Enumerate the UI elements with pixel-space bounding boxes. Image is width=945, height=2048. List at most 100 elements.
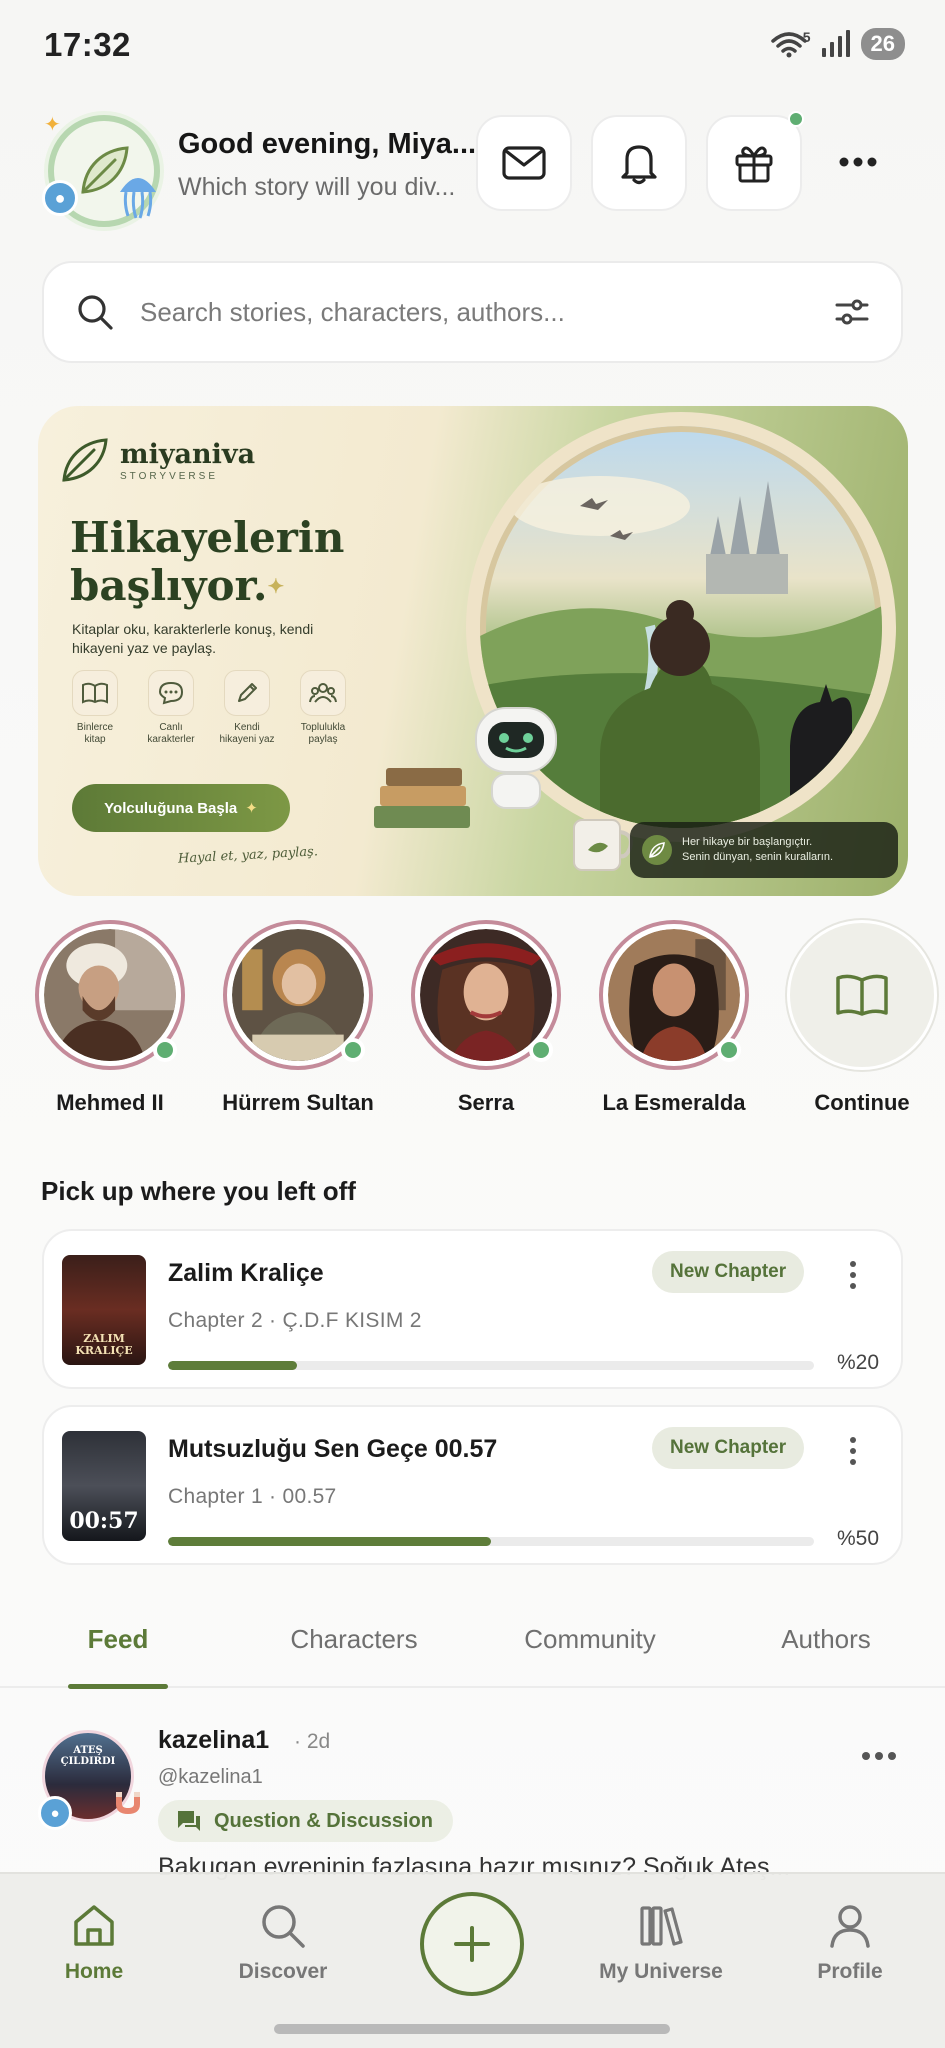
bell-icon bbox=[621, 145, 657, 185]
post-more-button[interactable] bbox=[862, 1734, 896, 1768]
post-category-label: Question & Discussion bbox=[214, 1809, 433, 1832]
online-indicator bbox=[717, 1038, 741, 1062]
online-indicator bbox=[341, 1038, 365, 1062]
more-horizontal-icon bbox=[862, 1752, 896, 1760]
magnet-icon bbox=[112, 1788, 144, 1825]
battery-indicator: 26 bbox=[860, 28, 905, 60]
leaf-logo-icon bbox=[62, 438, 108, 482]
hero-title-line2: başlıyor. bbox=[70, 561, 268, 610]
books-illustration bbox=[374, 768, 470, 828]
sparkle-icon: ✦ bbox=[267, 574, 285, 598]
post-category-tag[interactable]: Question & Discussion bbox=[158, 1800, 453, 1842]
more-horizontal-icon bbox=[839, 157, 877, 167]
online-indicator bbox=[529, 1038, 553, 1062]
robot-illustration bbox=[475, 707, 557, 809]
character-name: Hürrem Sultan bbox=[222, 1090, 374, 1115]
search-icon bbox=[262, 1905, 305, 1948]
search-bar[interactable]: Search stories, characters, authors... bbox=[42, 261, 903, 363]
hero-banner[interactable]: miyaniva STORYVERSE Hikayelerin başlıyor… bbox=[38, 406, 908, 896]
post-avatar-text: ATEŞ ÇILDIRDI bbox=[60, 1745, 116, 1767]
character-avatar bbox=[35, 920, 185, 1070]
feature-list: Binlerce kitap Canlı karakterler Kendi h… bbox=[66, 670, 352, 746]
filter-icon[interactable] bbox=[835, 295, 869, 329]
character-mehmed-ii[interactable]: Mehmed II bbox=[35, 920, 185, 1116]
character-name: Mehmed II bbox=[56, 1090, 164, 1115]
status-icons: 5 26 bbox=[769, 28, 905, 60]
notifications-button[interactable] bbox=[591, 115, 687, 211]
greeting-subtitle: Which story will you div... bbox=[178, 173, 456, 201]
sparkle-icon: ✦ bbox=[245, 800, 258, 817]
user-icon bbox=[830, 1905, 870, 1948]
more-vertical-icon[interactable] bbox=[838, 1431, 868, 1471]
greeting-title: Good evening, Miya... bbox=[178, 128, 477, 160]
brand-logo: miyaniva STORYVERSE bbox=[60, 436, 255, 484]
reading-progress-bar bbox=[168, 1361, 814, 1370]
section-title: Pick up where you left off bbox=[41, 1176, 356, 1206]
bottom-navigation: Home Discover My Universe Profile bbox=[0, 1872, 945, 2048]
feature-label: Toplulukla paylaş bbox=[300, 722, 346, 745]
greeting-block: Good evening, Miya... Which story will y… bbox=[178, 128, 478, 202]
hero-caption: Her hikaye bir başlangıçtır. Senin dünya… bbox=[630, 822, 898, 878]
chapter-info: Chapter 2 · Ç.D.F KISIM 2 bbox=[168, 1309, 422, 1332]
hero-caption-line1: Her hikaye bir başlangıçtır. bbox=[682, 836, 813, 848]
nav-label: Profile bbox=[817, 1960, 883, 1983]
people-icon bbox=[300, 670, 346, 716]
search-input[interactable]: Search stories, characters, authors... bbox=[140, 297, 835, 328]
hero-title: Hikayelerin başlıyor.✦ bbox=[70, 514, 400, 610]
jellyfish-icon bbox=[116, 170, 160, 230]
feature-item: Canlı karakterler bbox=[142, 670, 200, 746]
character-avatar bbox=[223, 920, 373, 1070]
more-vertical-icon[interactable] bbox=[838, 1255, 868, 1295]
book-cover-text: 00:57 bbox=[69, 1508, 139, 1534]
reading-card[interactable]: 00:57 Mutsuzluğu Sen Geçe 00.57 New Chap… bbox=[42, 1405, 903, 1565]
nav-my-universe[interactable]: My Universe bbox=[586, 1902, 736, 1984]
brand-name: miyaniva bbox=[120, 438, 256, 470]
character-hurrem-sultan[interactable]: Hürrem Sultan bbox=[222, 920, 374, 1116]
more-options-button[interactable] bbox=[830, 140, 886, 184]
post-handle: @kazelina1 bbox=[158, 1766, 263, 1788]
gifts-button[interactable] bbox=[706, 115, 802, 211]
tab-authors[interactable]: Authors bbox=[708, 1610, 944, 1686]
reading-progress-fill bbox=[168, 1537, 491, 1546]
book-icon bbox=[72, 670, 118, 716]
reading-progress-fill bbox=[168, 1361, 298, 1370]
book-cover: ZALIM KRALIÇE bbox=[62, 1255, 146, 1365]
new-chapter-badge: New Chapter bbox=[652, 1427, 805, 1469]
mail-icon bbox=[502, 146, 546, 180]
continue-avatar bbox=[787, 920, 937, 1070]
start-journey-button[interactable]: Yolculuğuna Başla ✦ bbox=[72, 784, 290, 832]
character-name: Continue bbox=[814, 1090, 910, 1115]
tab-characters[interactable]: Characters bbox=[236, 1610, 472, 1686]
character-la-esmeralda[interactable]: La Esmeralda bbox=[599, 920, 749, 1116]
feature-label: Canlı karakterler bbox=[147, 722, 195, 745]
book-title: Mutsuzluğu Sen Geçe 00.57 bbox=[168, 1435, 498, 1463]
home-indicator bbox=[274, 2024, 670, 2034]
post-username[interactable]: kazelina1 bbox=[158, 1726, 269, 1755]
tab-feed[interactable]: Feed bbox=[0, 1610, 236, 1689]
reading-card[interactable]: ZALIM KRALIÇE Zalim Kraliçe New Chapter … bbox=[42, 1229, 903, 1389]
nav-label: Home bbox=[64, 1960, 124, 1983]
book-title: Zalim Kraliçe bbox=[168, 1259, 324, 1287]
new-chapter-badge: New Chapter bbox=[652, 1251, 805, 1293]
reading-progress-bar bbox=[168, 1537, 814, 1546]
character-avatar bbox=[599, 920, 749, 1070]
feature-label: Binlerce kitap bbox=[76, 722, 114, 745]
nav-home[interactable]: Home bbox=[19, 1902, 169, 1984]
feature-item: Binlerce kitap bbox=[66, 670, 124, 746]
hero-description: Kitaplar oku, karakterlerle konuş, kendi… bbox=[72, 621, 314, 656]
feature-label: Kendi hikayeni yaz bbox=[219, 722, 275, 745]
nav-discover[interactable]: Discover bbox=[208, 1902, 358, 1984]
feature-item: Kendi hikayeni yaz bbox=[218, 670, 276, 746]
create-button[interactable] bbox=[420, 1892, 524, 1996]
nav-label: My Universe bbox=[599, 1960, 723, 1983]
nav-profile[interactable]: Profile bbox=[775, 1902, 925, 1984]
messages-button[interactable] bbox=[476, 115, 572, 211]
tab-community[interactable]: Community bbox=[472, 1610, 708, 1686]
leaf-icon bbox=[642, 835, 672, 865]
post-time: · 2d bbox=[294, 1730, 331, 1753]
feature-item: Toplulukla paylaş bbox=[294, 670, 352, 746]
continue-characters-button[interactable]: Continue bbox=[787, 920, 937, 1116]
character-avatar bbox=[411, 920, 561, 1070]
gift-notification-dot bbox=[788, 111, 804, 127]
character-serra[interactable]: Serra bbox=[411, 920, 561, 1116]
